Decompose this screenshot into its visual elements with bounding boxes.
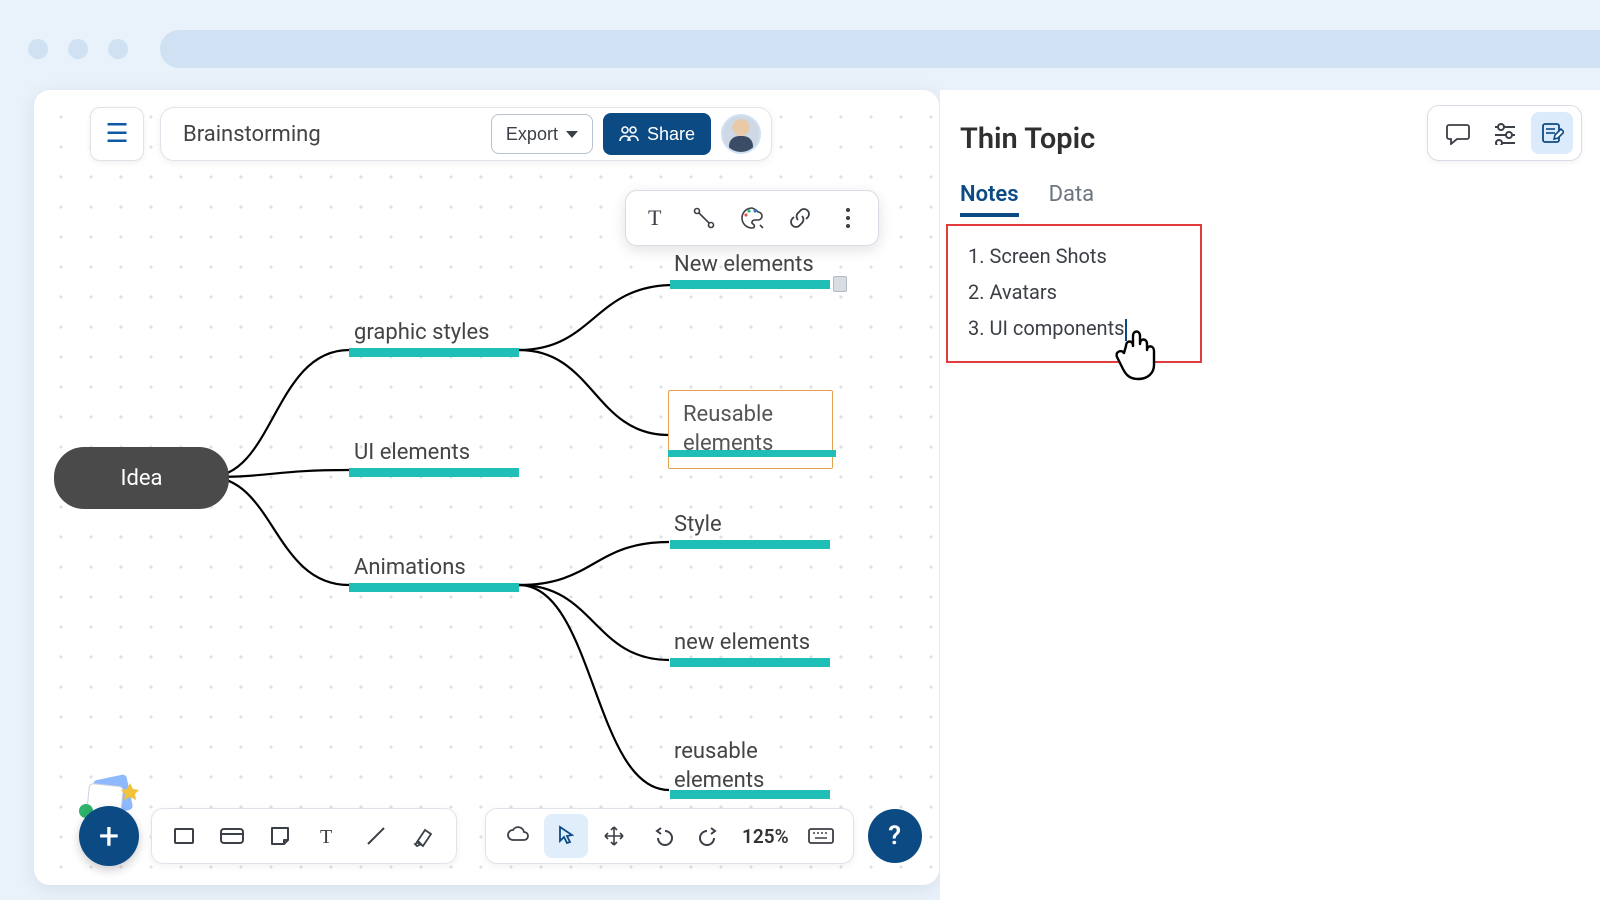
svg-text:T: T xyxy=(648,206,662,230)
tab-data[interactable]: Data xyxy=(1049,182,1095,217)
window-dot xyxy=(108,39,128,59)
mindmap-underline xyxy=(670,658,830,667)
side-panel: Thin Topic Notes Data 1. Screen Shots 2.… xyxy=(940,90,1600,900)
comments-icon[interactable] xyxy=(1437,112,1479,154)
connector-icon[interactable] xyxy=(684,198,724,238)
more-icon[interactable] xyxy=(828,198,868,238)
plus-icon: + xyxy=(99,815,119,857)
mindmap-underline xyxy=(670,280,830,289)
notes-line: 1. Screen Shots xyxy=(968,244,1180,268)
mindmap-node-new-elements[interactable]: New elements xyxy=(674,252,814,277)
palette-icon[interactable] xyxy=(732,198,772,238)
note-badge-icon[interactable] xyxy=(833,276,847,292)
mindmap-node-new-elements-2[interactable]: new elements xyxy=(674,630,810,655)
context-toolbar: T xyxy=(625,190,879,246)
mindmap-root-node[interactable]: Idea xyxy=(54,447,229,509)
side-panel-title: Thin Topic xyxy=(960,122,1095,156)
notes-line-text: 3. UI components xyxy=(968,316,1124,340)
mindmap-underline xyxy=(670,790,830,799)
tab-notes[interactable]: Notes xyxy=(960,182,1019,217)
mindmap-underline xyxy=(349,348,519,357)
mindmap-underline xyxy=(668,450,836,457)
side-panel-toolbar xyxy=(1427,105,1582,161)
notes-line: 2. Avatars xyxy=(968,280,1180,304)
mindmap-underline xyxy=(670,540,830,549)
side-panel-tabs: Notes Data xyxy=(960,182,1094,217)
mindmap-underline xyxy=(349,583,519,592)
mindmap-root-label: Idea xyxy=(120,466,162,491)
text-icon[interactable]: T xyxy=(636,198,676,238)
browser-window-dots xyxy=(28,39,128,59)
mindmap-node-reusable-elements-selected[interactable]: Reusable elements xyxy=(668,390,833,469)
mindmap-underline xyxy=(349,468,519,477)
mindmap-node-reusable-elements-2[interactable]: reusable elements xyxy=(674,738,794,795)
mindmap-node-animations[interactable]: Animations xyxy=(354,555,466,580)
mindmap-node-style[interactable]: Style xyxy=(674,512,722,537)
add-fab-button[interactable]: + xyxy=(79,806,139,866)
mindmap-node-graphic-styles[interactable]: graphic styles xyxy=(354,320,489,345)
mindmap-node-ui-elements[interactable]: UI elements xyxy=(354,440,470,465)
browser-url-bar[interactable] xyxy=(160,30,1600,68)
link-icon[interactable] xyxy=(780,198,820,238)
hand-cursor-icon xyxy=(1112,320,1166,382)
edit-notes-icon[interactable] xyxy=(1531,112,1573,154)
window-dot xyxy=(68,39,88,59)
window-dot xyxy=(28,39,48,59)
settings-sliders-icon[interactable] xyxy=(1484,112,1526,154)
